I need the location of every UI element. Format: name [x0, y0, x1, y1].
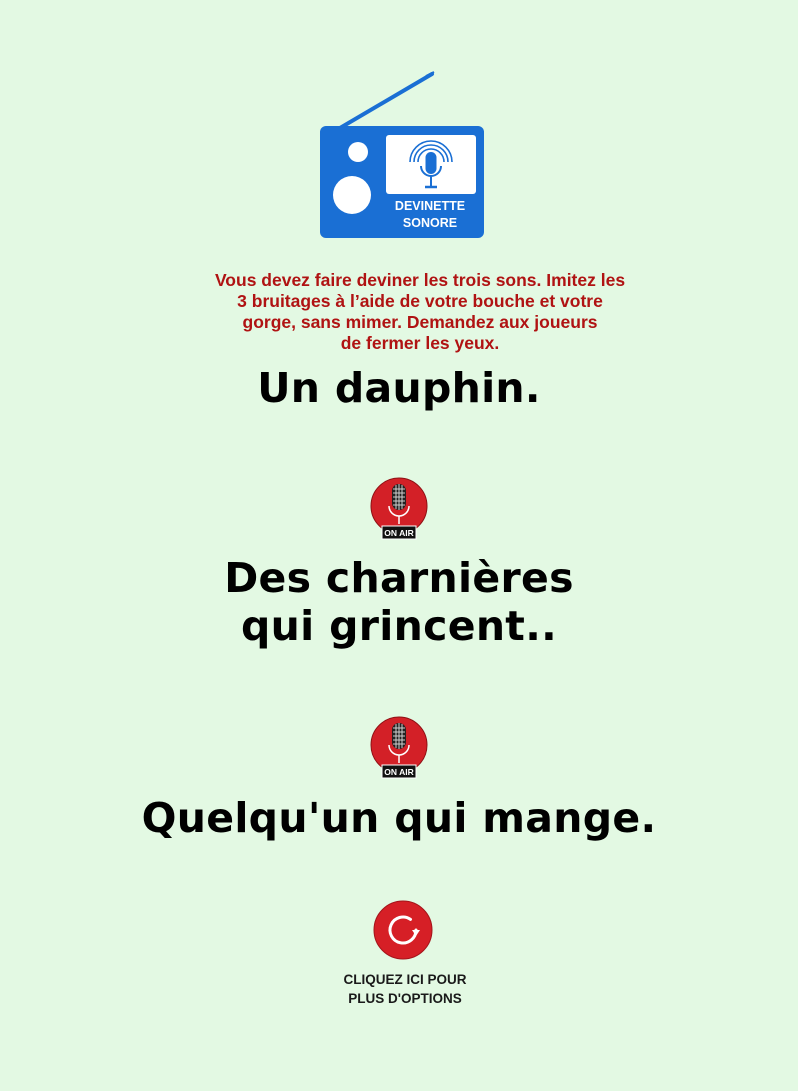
logo-title-line2: SONORE: [403, 216, 457, 230]
radio-icon: DEVINETTE SONORE: [320, 71, 484, 238]
on-air-microphone-icon: ON AIR: [370, 716, 428, 779]
on-air-microphone-icon: ON AIR: [370, 477, 428, 540]
sound-item-2: Des charnières qui grincent..: [224, 554, 574, 650]
on-air-label: ON AIR: [384, 528, 413, 538]
sound-item-1: Un dauphin.: [257, 364, 541, 412]
sound-item-3: Quelqu'un qui mange.: [141, 794, 657, 842]
instructions-text: Vous devez faire deviner les trois sons.…: [214, 270, 626, 353]
more-options-link[interactable]: CLIQUEZ ICI POUR PLUS D'OPTIONS: [300, 970, 510, 1008]
replay-icon[interactable]: [372, 899, 434, 961]
on-air-label: ON AIR: [384, 767, 413, 777]
logo-title-line1: DEVINETTE: [395, 199, 465, 213]
